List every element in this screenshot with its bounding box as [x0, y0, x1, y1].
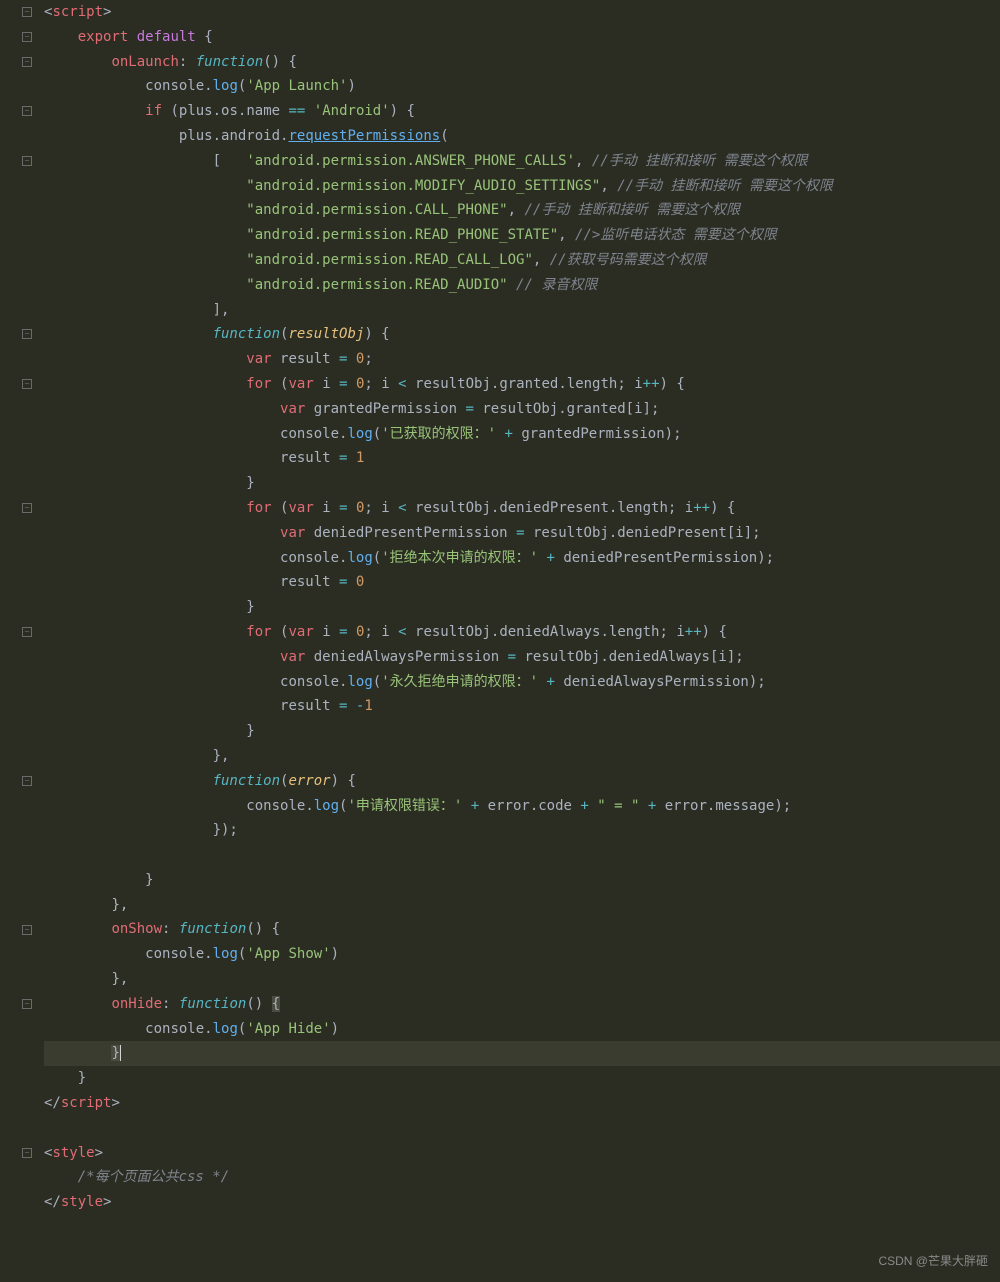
- code-line[interactable]: var result = 0;: [44, 347, 1000, 372]
- fold-toggle-icon[interactable]: −: [22, 106, 32, 116]
- code-line[interactable]: var deniedPresentPermission = resultObj.…: [44, 521, 1000, 546]
- gutter: [0, 0, 20, 1282]
- code-line[interactable]: ],: [44, 298, 1000, 323]
- code-area[interactable]: <script> export default { onLaunch: func…: [40, 0, 1000, 1282]
- code-line[interactable]: result = 0: [44, 570, 1000, 595]
- watermark: CSDN @芒果大胖砸: [878, 1249, 988, 1274]
- code-line[interactable]: "android.permission.READ_AUDIO" // 录音权限: [44, 273, 1000, 298]
- code-line[interactable]: }: [44, 719, 1000, 744]
- code-line[interactable]: [ 'android.permission.ANSWER_PHONE_CALLS…: [44, 149, 1000, 174]
- code-line[interactable]: console.log('拒绝本次申请的权限：' + deniedPresent…: [44, 546, 1000, 571]
- code-line[interactable]: if (plus.os.name == 'Android') {: [44, 99, 1000, 124]
- code-line[interactable]: var deniedAlwaysPermission = resultObj.d…: [44, 645, 1000, 670]
- code-line[interactable]: onShow: function() {: [44, 917, 1000, 942]
- code-line[interactable]: "android.permission.READ_PHONE_STATE", /…: [44, 223, 1000, 248]
- code-line[interactable]: console.log('App Hide'): [44, 1017, 1000, 1042]
- code-line[interactable]: for (var i = 0; i < resultObj.deniedAlwa…: [44, 620, 1000, 645]
- code-line[interactable]: function(resultObj) {: [44, 322, 1000, 347]
- code-line[interactable]: [44, 843, 1000, 868]
- code-line[interactable]: console.log('永久拒绝申请的权限：' + deniedAlwaysP…: [44, 670, 1000, 695]
- fold-toggle-icon[interactable]: −: [22, 32, 32, 42]
- code-line[interactable]: for (var i = 0; i < resultObj.deniedPres…: [44, 496, 1000, 521]
- fold-toggle-icon[interactable]: −: [22, 379, 32, 389]
- code-line[interactable]: export default {: [44, 25, 1000, 50]
- code-line[interactable]: </script>: [44, 1091, 1000, 1116]
- code-line[interactable]: <script>: [44, 0, 1000, 25]
- code-line[interactable]: function(error) {: [44, 769, 1000, 794]
- code-line[interactable]: },: [44, 744, 1000, 769]
- code-line[interactable]: console.log('App Show'): [44, 942, 1000, 967]
- fold-toggle-icon[interactable]: −: [22, 1148, 32, 1158]
- code-line[interactable]: <style>: [44, 1141, 1000, 1166]
- code-line[interactable]: },: [44, 967, 1000, 992]
- code-line[interactable]: onHide: function() {: [44, 992, 1000, 1017]
- fold-toggle-icon[interactable]: −: [22, 999, 32, 1009]
- code-line[interactable]: var grantedPermission = resultObj.grante…: [44, 397, 1000, 422]
- code-editor[interactable]: − − − − − − − − − − − − − <script> export default { …: [0, 0, 1000, 1282]
- code-line[interactable]: "android.permission.CALL_PHONE", //手动 挂断…: [44, 198, 1000, 223]
- code-line[interactable]: [44, 1116, 1000, 1141]
- code-line[interactable]: console.log('申请权限错误：' + error.code + " =…: [44, 794, 1000, 819]
- fold-toggle-icon[interactable]: −: [22, 156, 32, 166]
- code-line[interactable]: result = 1: [44, 446, 1000, 471]
- code-line[interactable]: }: [44, 471, 1000, 496]
- code-line[interactable]: }: [44, 595, 1000, 620]
- code-line[interactable]: });: [44, 818, 1000, 843]
- code-line[interactable]: plus.android.requestPermissions(: [44, 124, 1000, 149]
- code-line[interactable]: </style>: [44, 1190, 1000, 1215]
- code-line[interactable]: for (var i = 0; i < resultObj.granted.le…: [44, 372, 1000, 397]
- code-line[interactable]: }: [44, 1066, 1000, 1091]
- code-line[interactable]: console.log('App Launch'): [44, 74, 1000, 99]
- code-line[interactable]: },: [44, 893, 1000, 918]
- fold-toggle-icon[interactable]: −: [22, 627, 32, 637]
- fold-toggle-icon[interactable]: −: [22, 57, 32, 67]
- code-line[interactable]: }: [44, 868, 1000, 893]
- code-line[interactable]: /*每个页面公共css */: [44, 1165, 1000, 1190]
- code-line[interactable]: }: [44, 1041, 1000, 1066]
- fold-column[interactable]: − − − − − − − − − − − − −: [20, 0, 40, 1282]
- code-line[interactable]: console.log('已获取的权限：' + grantedPermissio…: [44, 422, 1000, 447]
- fold-toggle-icon[interactable]: −: [22, 503, 32, 513]
- code-line[interactable]: "android.permission.READ_CALL_LOG", //获取…: [44, 248, 1000, 273]
- code-line[interactable]: "android.permission.MODIFY_AUDIO_SETTING…: [44, 174, 1000, 199]
- fold-toggle-icon[interactable]: −: [22, 329, 32, 339]
- code-line[interactable]: onLaunch: function() {: [44, 50, 1000, 75]
- fold-toggle-icon[interactable]: −: [22, 776, 32, 786]
- fold-toggle-icon[interactable]: −: [22, 925, 32, 935]
- fold-toggle-icon[interactable]: −: [22, 7, 32, 17]
- code-line[interactable]: result = -1: [44, 694, 1000, 719]
